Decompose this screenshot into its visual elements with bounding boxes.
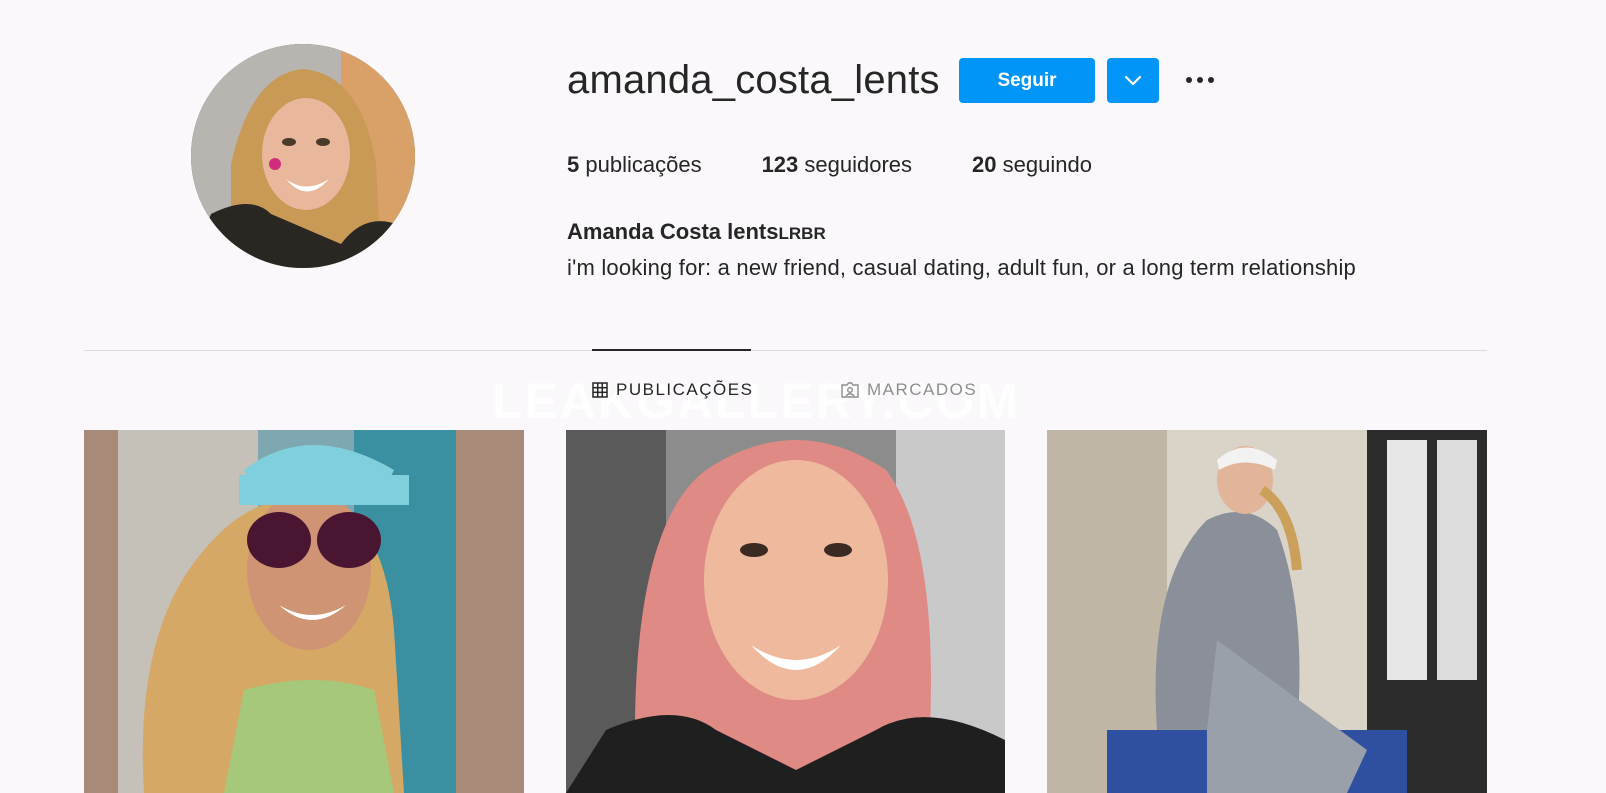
tab-tagged-label: MARCADOS	[867, 380, 978, 399]
tab-posts[interactable]: PUBLICAÇÕES	[592, 380, 753, 400]
tagged-icon	[841, 382, 859, 398]
followers-count-number: 123	[761, 152, 799, 177]
follow-button[interactable]: Seguir	[959, 58, 1095, 103]
profile-full-name: Amanda Costa lentsLRBR	[567, 219, 826, 245]
post-image	[84, 430, 524, 793]
posts-count-number: 5	[567, 152, 580, 177]
more-options-dot	[1208, 77, 1214, 83]
suggested-accounts-button[interactable]	[1107, 58, 1159, 103]
more-options-dot	[1197, 77, 1203, 83]
profile-stats: 5 publicações 123 seguidores 20 seguindo	[567, 152, 1152, 178]
tab-tagged[interactable]: MARCADOS	[841, 380, 977, 400]
posts-count-label: publicações	[585, 152, 702, 177]
full-name-text: Amanda Costa lents	[567, 219, 779, 244]
active-tab-indicator	[592, 349, 751, 351]
avatar-image	[191, 44, 415, 268]
post-thumbnail[interactable]	[566, 430, 1005, 793]
tabs-divider	[84, 350, 1487, 351]
followers-count-label: seguidores	[804, 152, 913, 177]
profile-bio: i'm looking for: a new friend, casual da…	[567, 255, 1356, 280]
posts-count: 5 publicações	[567, 152, 702, 178]
post-thumbnail[interactable]	[1047, 430, 1487, 793]
profile-avatar[interactable]	[191, 44, 415, 268]
post-image	[566, 430, 1005, 793]
following-link[interactable]: 20 seguindo	[972, 152, 1092, 178]
more-options-icon	[1186, 77, 1192, 83]
post-thumbnail[interactable]	[84, 430, 524, 793]
profile-username: amanda_costa_lents	[567, 58, 940, 102]
tab-posts-label: PUBLICAÇÕES	[616, 380, 754, 399]
following-count-number: 20	[972, 152, 997, 177]
following-count-label: seguindo	[1002, 152, 1092, 177]
followers-link[interactable]: 123 seguidores	[762, 152, 912, 178]
more-options-button[interactable]	[1180, 62, 1220, 98]
full-name-suffix: LRBR	[778, 224, 826, 243]
chevron-down-icon	[1124, 75, 1142, 85]
grid-icon	[592, 382, 608, 398]
post-image	[1047, 430, 1487, 793]
